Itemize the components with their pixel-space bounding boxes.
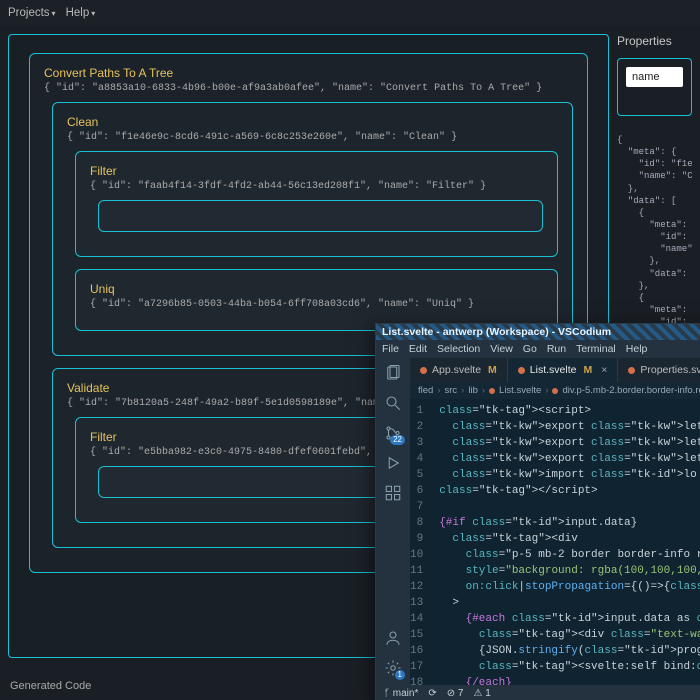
- tree-node-name: Convert Paths To A Tree: [44, 66, 573, 80]
- tree-node[interactable]: Uniq { "id": "a7296b85-0503-44ba-b054-6ff…: [75, 269, 558, 331]
- search-icon[interactable]: [384, 394, 402, 412]
- editor-tab[interactable]: List.svelteM×: [508, 358, 619, 382]
- codium-window[interactable]: List.svelte - antwerp (Workspace) - VSCo…: [375, 323, 700, 700]
- tree-node-meta: { "id": "a7296b85-0503-44ba-b054-6ff708a…: [90, 299, 543, 310]
- debug-icon[interactable]: [384, 454, 402, 472]
- menu-projects[interactable]: Projects▾: [8, 7, 56, 19]
- codium-titlebar[interactable]: List.svelte - antwerp (Workspace) - VSCo…: [376, 324, 700, 340]
- settings-badge: 1: [395, 670, 405, 680]
- chevron-down-icon: ▾: [91, 9, 95, 18]
- close-icon[interactable]: ×: [601, 364, 607, 376]
- app-menubar: Projects▾ Help▾: [0, 0, 700, 26]
- warnings-count[interactable]: ⚠ 1: [473, 688, 490, 699]
- tree-node-name: Filter: [90, 164, 543, 178]
- svelte-icon: [420, 367, 427, 374]
- code-editor[interactable]: 123456789101112131415161718192021 class=…: [410, 399, 700, 685]
- editor-area: App.svelteMList.svelteM×Properties.svelt…: [410, 358, 700, 685]
- tree-node-meta: { "id": "a8853a10-6833-4b96-b00e-af9a3ab…: [44, 83, 573, 94]
- settings-icon[interactable]: 1: [384, 659, 402, 677]
- editor-tab[interactable]: App.svelteM: [410, 358, 508, 382]
- branch-indicator[interactable]: ᚶ main*: [384, 688, 418, 699]
- tree-node-meta: { "id": "f1e46e9c-8cd6-491c-a569-6c8c253…: [67, 132, 558, 143]
- name-field[interactable]: [626, 67, 683, 87]
- errors-count[interactable]: ⊘ 7: [447, 688, 464, 699]
- codium-menu-terminal[interactable]: Terminal: [576, 343, 616, 355]
- tree-node-meta: { "id": "faab4f14-3fdf-4fd2-ab44-56c13ed…: [90, 181, 543, 192]
- footer-text: Generated Code: [10, 680, 91, 692]
- codium-menu-file[interactable]: File: [382, 343, 399, 355]
- properties-json: { "meta": { "id": "f1e46 "name": "Clea }…: [617, 134, 692, 328]
- activity-bar: 22 1: [376, 358, 410, 685]
- codium-menu-go[interactable]: Go: [523, 343, 537, 355]
- codium-menubar: File Edit Selection View Go Run Terminal Help: [376, 340, 700, 358]
- codium-menu-selection[interactable]: Selection: [437, 343, 480, 355]
- tree-node-name: Uniq: [90, 282, 543, 296]
- chevron-down-icon: ▾: [52, 9, 56, 18]
- codium-menu-edit[interactable]: Edit: [409, 343, 427, 355]
- svelte-icon: [518, 367, 525, 374]
- account-icon[interactable]: [384, 629, 402, 647]
- codium-menu-help[interactable]: Help: [626, 343, 648, 355]
- breadcrumb[interactable]: fled›src›lib›List.svelte›div.p-5.mb-2.bo…: [410, 382, 700, 399]
- codium-menu-view[interactable]: View: [490, 343, 513, 355]
- editor-tabs: App.svelteMList.svelteM×Properties.svelt…: [410, 358, 700, 382]
- extensions-icon[interactable]: [384, 484, 402, 502]
- svelte-icon: [628, 367, 635, 374]
- menu-help[interactable]: Help▾: [66, 7, 96, 19]
- tree-node[interactable]: Filter { "id": "faab4f14-3fdf-4fd2-ab44-5…: [75, 151, 558, 257]
- scm-icon[interactable]: 22: [384, 424, 402, 442]
- explorer-icon[interactable]: [384, 364, 402, 382]
- tree-node-empty[interactable]: [98, 200, 543, 232]
- status-bar: ᚶ main* ⟳ ⊘ 7 ⚠ 1 Ln 9, Col 7: [376, 685, 700, 700]
- scm-badge: 22: [390, 435, 405, 445]
- properties-title: Properties: [617, 34, 692, 48]
- tree-node[interactable]: Clean { "id": "f1e46e9c-8cd6-491c-a569-6c…: [52, 102, 573, 356]
- codium-menu-run[interactable]: Run: [547, 343, 566, 355]
- editor-tab[interactable]: Properties.svelte1, U: [618, 358, 700, 382]
- tree-node-name: Clean: [67, 115, 558, 129]
- sync-icon[interactable]: ⟳: [428, 688, 436, 699]
